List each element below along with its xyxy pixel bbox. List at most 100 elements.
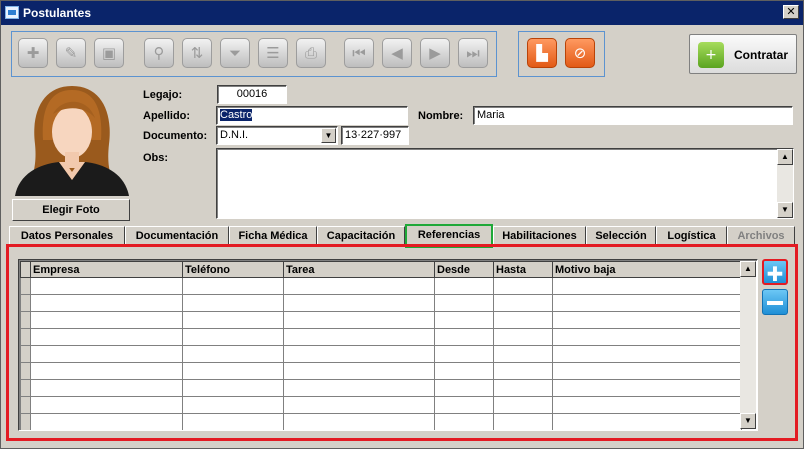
table-row[interactable] [20,379,742,397]
scroll-down-icon[interactable]: ▼ [777,202,793,218]
table-cell[interactable] [493,328,553,346]
row-indicator[interactable] [20,294,31,312]
table-cell[interactable] [434,362,494,380]
table-cell[interactable] [182,311,284,329]
document-type-select[interactable]: D.N.I. ▼ [216,126,338,145]
contratar-button[interactable]: + Contratar [689,34,797,74]
table-cell[interactable] [493,311,553,329]
row-indicator[interactable] [20,413,31,430]
table-row[interactable] [20,413,742,430]
table-cell[interactable] [30,379,183,397]
table-cell[interactable] [434,413,494,430]
close-button[interactable]: ✕ [783,5,799,19]
table-cell[interactable] [493,277,553,295]
scroll-down-icon[interactable]: ▼ [740,413,756,429]
row-indicator[interactable] [20,345,31,363]
table-cell[interactable] [182,294,284,312]
document-number-field[interactable]: 13·227·997 [341,126,409,145]
table-row[interactable] [20,311,742,329]
nombre-field[interactable]: Maria [473,106,793,125]
remove-reference-button[interactable] [762,289,788,315]
col-motivo-baja[interactable]: Motivo baja [552,261,742,278]
table-cell[interactable] [182,362,284,380]
table-row[interactable] [20,294,742,312]
col-telefono[interactable]: Teléfono [182,261,284,278]
table-cell[interactable] [182,379,284,397]
chevron-down-icon[interactable]: ▼ [321,128,336,143]
table-cell[interactable] [283,277,435,295]
grid-scrollbar[interactable]: ▲ ▼ [740,261,756,429]
next-record-button[interactable]: ▶ [420,38,450,68]
table-cell[interactable] [182,328,284,346]
search-button[interactable]: ⚲ [144,38,174,68]
delete-record-button[interactable]: ▣ [94,38,124,68]
col-tarea[interactable]: Tarea [283,261,435,278]
table-cell[interactable] [30,328,183,346]
table-cell[interactable] [30,396,183,414]
table-cell[interactable] [434,311,494,329]
save-button[interactable]: ▙ [527,38,557,68]
table-cell[interactable] [182,413,284,430]
cancel-button[interactable]: ⊘ [565,38,595,68]
table-cell[interactable] [283,328,435,346]
table-cell[interactable] [30,294,183,312]
add-reference-button[interactable]: ✚ [762,259,788,286]
table-cell[interactable] [30,345,183,363]
table-cell[interactable] [434,345,494,363]
table-cell[interactable] [30,277,183,295]
table-cell[interactable] [434,294,494,312]
legajo-field[interactable]: 00016 [217,85,287,104]
first-record-button[interactable]: ⏮ [344,38,374,68]
print-button[interactable]: ⎙ [296,38,326,68]
table-cell[interactable] [552,294,742,312]
col-hasta[interactable]: Hasta [493,261,553,278]
edit-record-button[interactable]: ✎ [56,38,86,68]
table-row[interactable] [20,362,742,380]
table-row[interactable] [20,396,742,414]
apellido-field[interactable]: Castro [216,106,408,125]
table-cell[interactable] [30,311,183,329]
table-cell[interactable] [30,413,183,430]
table-cell[interactable] [552,311,742,329]
filter-button[interactable]: ⏷ [220,38,250,68]
table-row[interactable] [20,328,742,346]
table-cell[interactable] [434,379,494,397]
table-cell[interactable] [283,345,435,363]
row-indicator[interactable] [20,277,31,295]
table-cell[interactable] [182,345,284,363]
obs-scrollbar[interactable]: ▲ ▼ [777,149,793,218]
table-cell[interactable] [493,396,553,414]
sort-button[interactable]: ⇅ [182,38,212,68]
report-button[interactable]: ☰ [258,38,288,68]
table-cell[interactable] [552,277,742,295]
table-cell[interactable] [493,362,553,380]
scroll-up-icon[interactable]: ▲ [740,261,756,277]
table-cell[interactable] [434,328,494,346]
row-indicator[interactable] [20,379,31,397]
scroll-up-icon[interactable]: ▲ [777,149,793,165]
col-empresa[interactable]: Empresa [30,261,183,278]
row-indicator[interactable] [20,362,31,380]
table-cell[interactable] [493,294,553,312]
last-record-button[interactable]: ⏭ [458,38,488,68]
col-desde[interactable]: Desde [434,261,494,278]
table-row[interactable] [20,345,742,363]
row-indicator[interactable] [20,328,31,346]
table-cell[interactable] [493,379,553,397]
table-cell[interactable] [552,362,742,380]
table-cell[interactable] [434,396,494,414]
table-cell[interactable] [283,311,435,329]
table-cell[interactable] [283,379,435,397]
obs-textarea[interactable]: ▲ ▼ [216,148,794,219]
table-cell[interactable] [30,362,183,380]
table-cell[interactable] [552,328,742,346]
row-indicator[interactable] [20,396,31,414]
choose-photo-button[interactable]: Elegir Foto [12,199,130,221]
table-cell[interactable] [283,396,435,414]
table-cell[interactable] [283,362,435,380]
table-cell[interactable] [283,294,435,312]
table-cell[interactable] [493,345,553,363]
table-cell[interactable] [552,345,742,363]
table-cell[interactable] [182,277,284,295]
table-cell[interactable] [552,413,742,430]
